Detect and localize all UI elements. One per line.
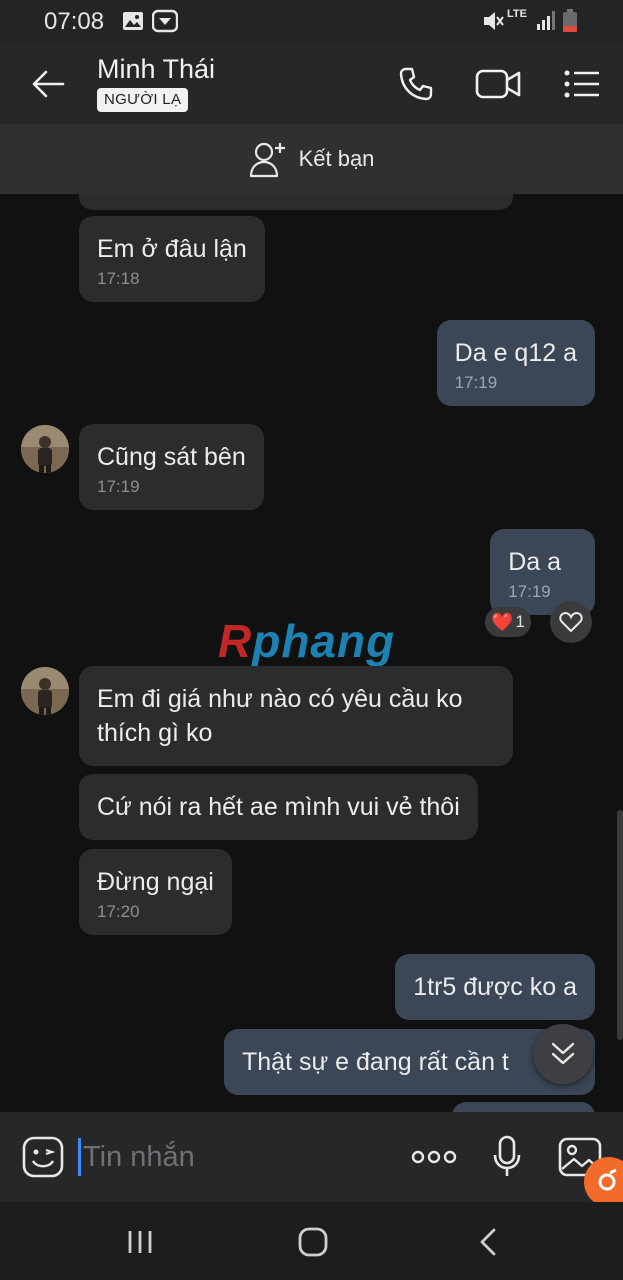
add-friend-label: Kết bạn <box>298 146 375 171</box>
chat-header: Minh Thái NGƯỜI LẠ <box>0 42 623 124</box>
double-chevron-down-icon <box>551 1042 575 1065</box>
message-text: Em ở đâu lận <box>97 235 247 263</box>
back-arrow-icon <box>32 70 65 98</box>
message-bubble-incoming[interactable]: Đừng ngại 17:20 <box>79 849 232 935</box>
add-reaction-button[interactable] <box>550 601 592 643</box>
video-call-button[interactable] <box>474 60 522 108</box>
message-bubble-incoming[interactable]: Cũng sát bên 17:19 <box>79 424 264 510</box>
contact-avatar-photo <box>21 425 69 473</box>
message-bubble-incoming[interactable]: Cứ nói ra hết ae mình vui vẻ thôi <box>79 774 478 840</box>
phone-call-icon <box>399 67 433 101</box>
battery-low-icon <box>563 9 577 32</box>
contact-avatar-photo <box>21 667 69 715</box>
reaction-summary[interactable]: ❤️ 1 <box>485 607 531 637</box>
text-caret <box>78 1138 81 1176</box>
heart-reaction-icon: ❤️ <box>491 611 514 632</box>
message-bubble-outgoing[interactable]: 1tr5 được ko a <box>395 954 595 1020</box>
message-composer: Tin nhắn <box>0 1112 623 1202</box>
message-bubble-outgoing[interactable]: Da e q12 a 17:19 <box>436 320 595 406</box>
message-time: 17:20 <box>97 902 140 921</box>
message-bubble-incoming[interactable]: Em ở đâu lận 17:18 <box>79 216 265 302</box>
microphone-icon <box>493 1135 521 1176</box>
message-time: 17:19 <box>97 477 140 496</box>
floating-app-glyph-icon <box>598 1168 617 1191</box>
rphang-watermark-logo: Rphang <box>218 615 396 667</box>
home-button[interactable] <box>291 1220 335 1264</box>
message-time: 17:18 <box>97 269 140 288</box>
message-time: 17:19 <box>454 373 498 392</box>
message-text: Da a <box>508 548 561 576</box>
message-time: 17:19 <box>508 582 551 601</box>
recent-apps-button[interactable] <box>118 1220 162 1264</box>
emoji-sticker-icon <box>22 1136 64 1178</box>
message-input[interactable]: Tin nhắn <box>78 1134 388 1180</box>
scrollbar[interactable] <box>617 810 623 1040</box>
reaction-count: 1 <box>515 612 525 631</box>
system-back-icon <box>480 1228 496 1256</box>
add-friend-button[interactable]: Kết bạn <box>0 124 623 194</box>
scroll-to-bottom-button[interactable] <box>533 1024 593 1084</box>
message-bubble-incoming[interactable]: Em đi giá như nào có yêu cầu ko thích gì… <box>79 666 513 766</box>
message-list[interactable]: Em ở đâu lận 17:18 Da e q12 a 17:19 Cũng… <box>0 194 623 1112</box>
message-text: 1tr5 được ko a <box>413 973 577 1001</box>
message-text: Đừng ngại <box>97 868 214 896</box>
system-back-button[interactable] <box>466 1220 510 1264</box>
status-time: 07:08 <box>44 8 105 35</box>
image-icon <box>123 12 143 30</box>
message-app-icon <box>152 9 178 33</box>
message-text: Cũng sát bên <box>97 443 246 471</box>
avatar[interactable] <box>21 425 69 473</box>
back-button[interactable] <box>26 62 70 106</box>
chat-menu-button[interactable] <box>558 60 606 108</box>
menu-list-icon <box>564 70 599 98</box>
add-person-icon <box>249 142 285 178</box>
message-input-placeholder: Tin nhắn <box>83 1140 195 1173</box>
voice-record-button[interactable] <box>482 1132 532 1182</box>
lte-icon: LTE <box>507 8 527 20</box>
message-bubble-partial[interactable] <box>452 1102 595 1112</box>
stranger-badge: NGƯỜI LẠ <box>97 88 189 112</box>
more-options-button[interactable] <box>409 1132 459 1182</box>
avatar[interactable] <box>21 667 69 715</box>
voice-call-button[interactable] <box>392 60 440 108</box>
message-text: Thật sự e đang rất cần t <box>242 1048 509 1076</box>
heart-outline-icon <box>559 611 583 633</box>
recent-apps-icon <box>128 1231 152 1253</box>
message-text: Em đi giá như nào có yêu cầu ko thích gì… <box>97 685 463 747</box>
message-bubble-partial[interactable] <box>79 194 513 210</box>
more-dots-icon <box>411 1150 457 1164</box>
message-text: Cứ nói ra hết ae mình vui vẻ thôi <box>97 793 460 821</box>
video-call-icon <box>475 69 521 99</box>
status-bar: 07:08 LTE <box>0 0 623 42</box>
message-text: Da e q12 a <box>454 339 577 367</box>
signal-icon <box>537 11 555 30</box>
system-navigation-bar <box>0 1202 623 1280</box>
home-icon <box>298 1227 328 1257</box>
sticker-button[interactable] <box>18 1132 68 1182</box>
mute-icon <box>484 12 504 30</box>
contact-name[interactable]: Minh Thái <box>97 54 215 85</box>
